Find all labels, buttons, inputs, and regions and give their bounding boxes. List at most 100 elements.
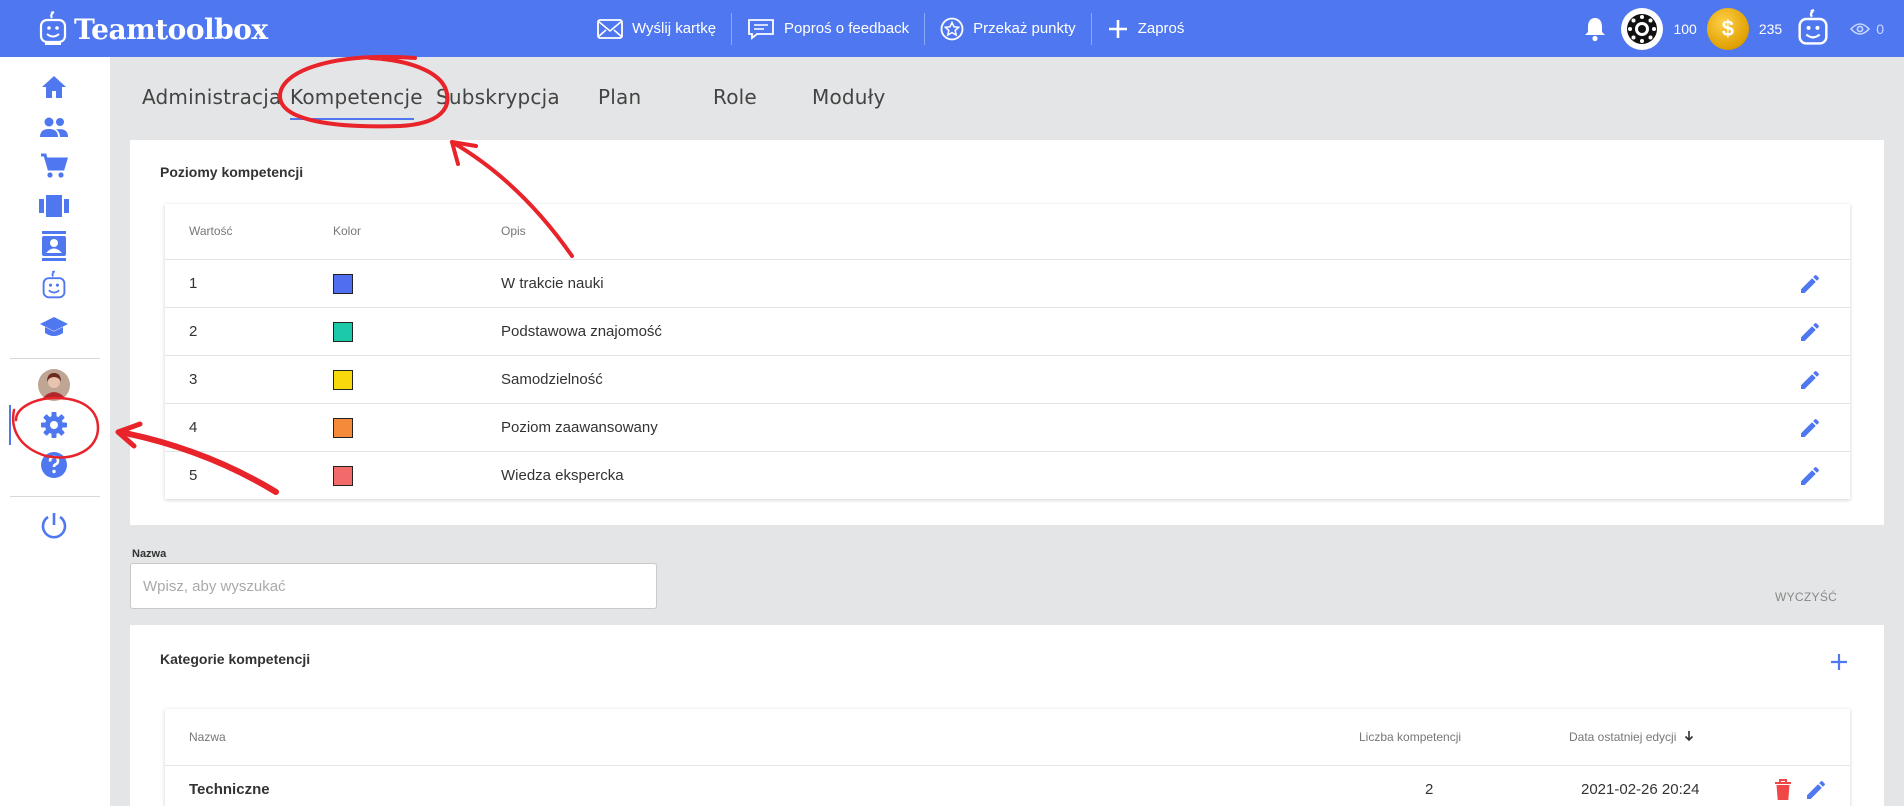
- level-value: 1: [189, 275, 198, 292]
- category-date: 2021-02-26 20:24: [1581, 781, 1700, 798]
- competence-categories-table: Nazwa Liczba kompetencji Data ostatniej …: [165, 709, 1850, 806]
- star-circle-icon: [940, 17, 964, 40]
- tab-administracja[interactable]: Administracja: [142, 80, 296, 120]
- invite-label: Zaproś: [1137, 20, 1185, 37]
- competence-levels-card: Poziomy kompetencji Wartość Kolor Opis 1…: [130, 140, 1884, 525]
- coin-symbol: $: [1721, 15, 1734, 41]
- level-description: Podstawowa znajomość: [501, 323, 662, 340]
- competence-levels-title: Poziomy kompetencji: [160, 164, 304, 180]
- user-avatar-icon: [38, 369, 70, 401]
- competence-categories-card: Kategorie kompetencji Nazwa Liczba kompe…: [130, 625, 1884, 806]
- brand-name: Teamtoolbox: [74, 12, 268, 46]
- envelope-icon: [597, 18, 623, 39]
- level-description: W trakcie nauki: [501, 275, 604, 292]
- tab-moduly[interactable]: Moduły: [812, 80, 902, 120]
- message-icon: [748, 18, 774, 40]
- column-header-date-label: Data ostatniej edycji: [1569, 730, 1677, 744]
- sidebar-item-boards[interactable]: [38, 190, 70, 222]
- sidebar-item-logout[interactable]: [38, 510, 70, 542]
- tab-subskrypcja[interactable]: Subskrypcja: [436, 80, 598, 120]
- top-actions: Wyślij kartkę Poproś o feedback Przekaż …: [582, 10, 1199, 47]
- level-description: Wiedza ekspercka: [501, 467, 624, 484]
- sidebar-item-team[interactable]: [38, 111, 70, 143]
- column-header-date[interactable]: Data ostatniej edycji: [1569, 730, 1694, 744]
- send-card-button[interactable]: Wyślij kartkę: [582, 12, 733, 45]
- views-count: 0: [1876, 20, 1884, 37]
- cards-icon: [39, 195, 69, 217]
- points-count: 100: [1673, 20, 1697, 37]
- tab-role[interactable]: Role: [713, 80, 812, 120]
- robot-logo-icon: [39, 11, 67, 45]
- sidebar-item-settings[interactable]: [38, 409, 70, 441]
- column-header-name: Nazwa: [189, 730, 226, 744]
- column-header-count: Liczba kompetencji: [1359, 730, 1462, 744]
- give-points-button[interactable]: Przekaż punkty: [925, 12, 1092, 45]
- column-header-value: Wartość: [189, 224, 233, 238]
- invite-button[interactable]: Zaproś: [1092, 13, 1200, 45]
- sidebar: [0, 57, 110, 806]
- search-input[interactable]: [130, 563, 657, 609]
- tab-kompetencje[interactable]: Kompetencje: [290, 80, 423, 120]
- send-card-label: Wyślij kartkę: [632, 20, 717, 37]
- help-icon: [41, 452, 67, 478]
- points-badge-icon[interactable]: [1621, 7, 1664, 50]
- tab-plan[interactable]: Plan: [598, 80, 713, 120]
- edit-pencil-icon[interactable]: [1798, 320, 1822, 344]
- table-row: 1 W trakcie nauki: [165, 259, 1850, 307]
- edit-pencil-icon[interactable]: [1798, 416, 1822, 440]
- sidebar-active-indicator: [9, 405, 11, 445]
- competence-categories-title: Kategorie kompetencji: [160, 651, 311, 667]
- graduation-cap-icon: [40, 317, 68, 336]
- competence-levels-table: Wartość Kolor Opis 1 W trakcie nauki 2 P…: [165, 204, 1850, 499]
- user-stats: 100 $ 235 0: [1583, 6, 1884, 51]
- level-value: 4: [189, 419, 198, 436]
- add-category-plus-icon[interactable]: [1830, 653, 1848, 671]
- delete-trash-icon[interactable]: [1773, 778, 1793, 802]
- clear-button[interactable]: WYCZYŚĆ: [1775, 590, 1837, 604]
- sidebar-item-home[interactable]: [38, 71, 70, 103]
- views-counter: 0: [1850, 21, 1884, 37]
- level-color-swatch: [333, 370, 353, 390]
- edit-pencil-icon[interactable]: [1798, 368, 1822, 392]
- table-row: Techniczne 2 2021-02-26 20:24: [165, 765, 1850, 806]
- sidebar-divider: [10, 496, 100, 497]
- level-color-swatch: [333, 466, 353, 486]
- sort-down-arrow-icon: [1684, 731, 1693, 742]
- category-count: 2: [1425, 781, 1434, 798]
- sidebar-item-shop[interactable]: [38, 150, 70, 182]
- search-label: Nazwa: [132, 548, 167, 560]
- plus-icon: [1108, 19, 1127, 38]
- edit-pencil-icon[interactable]: [1798, 272, 1822, 296]
- coin-icon[interactable]: $: [1706, 7, 1749, 50]
- top-bar: Teamtoolbox Wyślij kartkę Poproś o feedb…: [0, 0, 1904, 57]
- level-color-swatch: [333, 274, 353, 294]
- cart-icon: [41, 153, 68, 178]
- level-value: 3: [189, 371, 198, 388]
- people-icon: [40, 117, 68, 137]
- robot-icon: [42, 270, 66, 299]
- sidebar-item-help[interactable]: [38, 449, 70, 481]
- sidebar-item-learning[interactable]: [38, 311, 70, 343]
- ask-feedback-label: Poproś o feedback: [784, 20, 910, 37]
- table-row: 3 Samodzielność: [165, 355, 1850, 403]
- user-robot-avatar[interactable]: [1792, 8, 1834, 50]
- table-row: 5 Wiedza ekspercka: [165, 451, 1850, 499]
- brand-logo[interactable]: Teamtoolbox: [38, 8, 268, 50]
- contact-book-icon: [42, 231, 66, 261]
- ask-feedback-button[interactable]: Poproś o feedback: [732, 12, 926, 45]
- sidebar-divider: [10, 358, 100, 359]
- table-row: 4 Poziom zaawansowany: [165, 403, 1850, 451]
- column-header-color: Kolor: [333, 224, 362, 238]
- level-color-swatch: [333, 322, 353, 342]
- home-icon: [42, 76, 66, 98]
- sidebar-item-bot[interactable]: [38, 270, 70, 302]
- bell-icon[interactable]: [1583, 16, 1607, 42]
- sidebar-item-profile[interactable]: [38, 369, 70, 401]
- sidebar-item-contacts[interactable]: [38, 230, 70, 262]
- give-points-label: Przekaż punkty: [973, 20, 1076, 37]
- settings-tabs: Administracja Kompetencje Subskrypcja Pl…: [142, 80, 902, 120]
- edit-pencil-icon[interactable]: [1798, 464, 1822, 488]
- column-header-description: Opis: [501, 224, 526, 238]
- level-color-swatch: [333, 418, 353, 438]
- edit-pencil-icon[interactable]: [1804, 778, 1828, 802]
